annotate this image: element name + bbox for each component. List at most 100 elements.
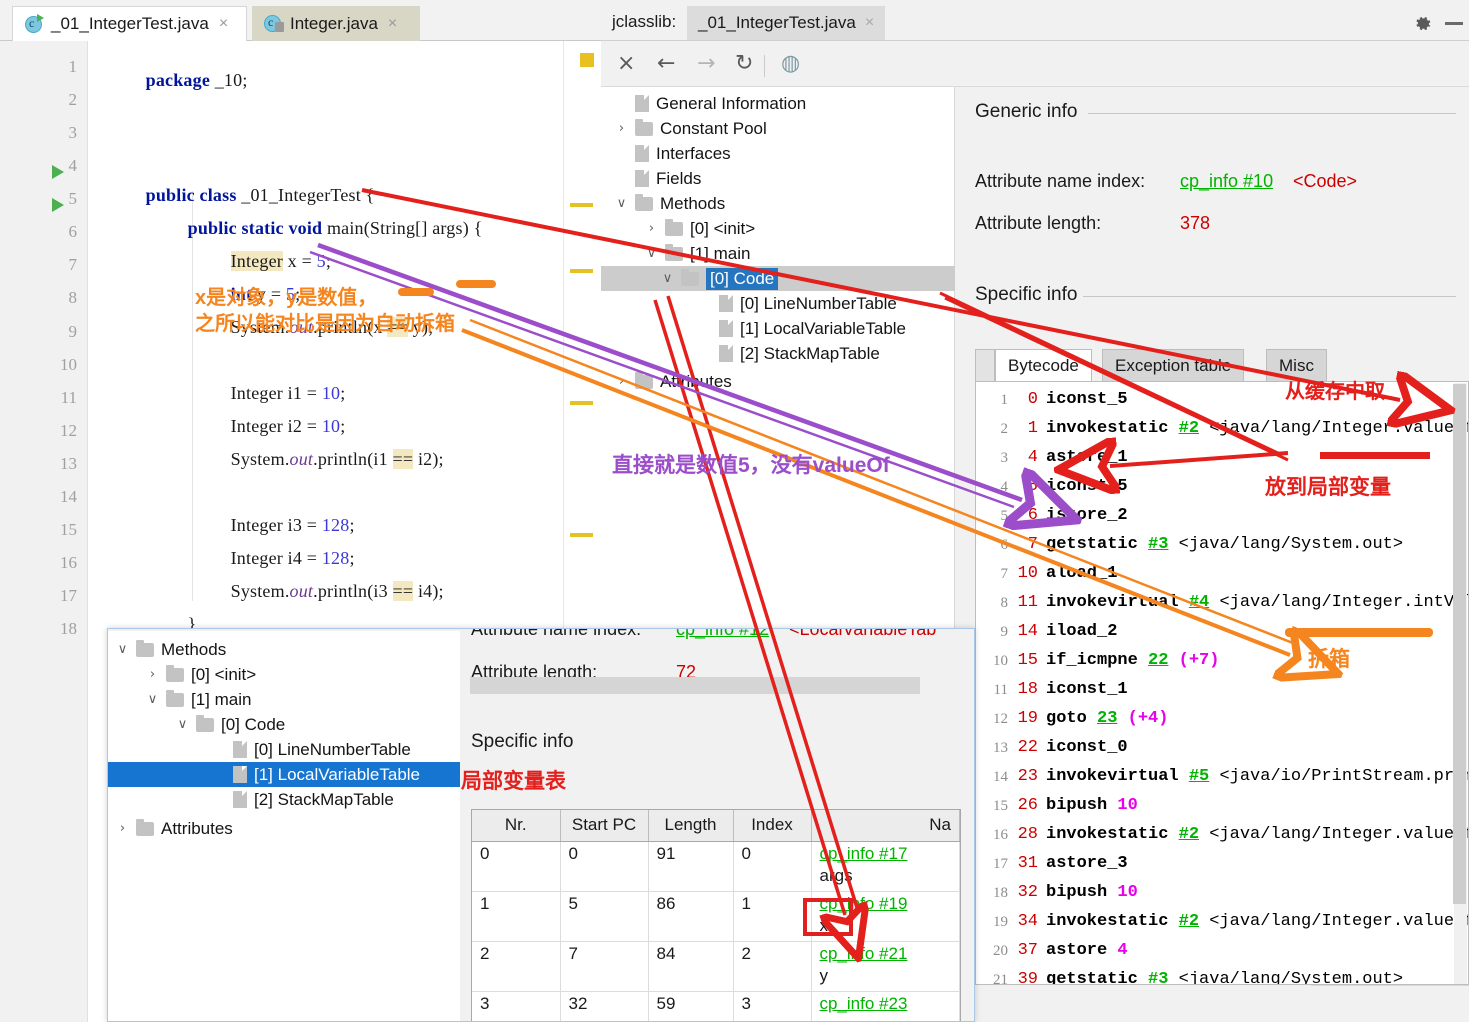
close-icon[interactable]: × bbox=[219, 15, 228, 33]
table-row[interactable]: 2 7 84 2 cp_info #21 y bbox=[472, 941, 960, 992]
overlay-class-structure-tree[interactable]: ∨ Methods › [0] <init> ∨ [1] main ∨ [0] … bbox=[108, 631, 460, 1021]
bytecode-row[interactable]: 9 14 iload_2 bbox=[976, 618, 1468, 647]
chevron-down-icon[interactable]: ∨ bbox=[176, 717, 189, 732]
constant-pool-link[interactable]: cp_info #23 bbox=[820, 994, 952, 1014]
forward-arrow-icon[interactable]: → bbox=[697, 52, 715, 76]
editor-tab-integer[interactable]: c Integer.java × bbox=[252, 6, 420, 41]
bytecode-row[interactable]: 16 28 invokestatic #2 <java/lang/Integer… bbox=[976, 821, 1468, 850]
run-class-gutter-icon[interactable] bbox=[52, 165, 64, 179]
bytecode-row[interactable]: 6 7 getstatic #3 <java/lang/System.out> bbox=[976, 531, 1468, 560]
constant-pool-ref[interactable]: #5 bbox=[1189, 767, 1209, 786]
bytecode-row[interactable]: 1 0 iconst_5 bbox=[976, 386, 1468, 415]
chevron-right-icon[interactable]: › bbox=[116, 821, 129, 836]
bytecode-row[interactable]: 2 1 invokestatic #2 <java/lang/Integer.v… bbox=[976, 415, 1469, 444]
column-header-start-pc[interactable]: Start PC bbox=[560, 810, 649, 842]
branch-target[interactable]: 23 bbox=[1097, 709, 1117, 728]
bytecode-row[interactable]: 10 15 if_icmpne 22 (+7) bbox=[976, 647, 1468, 676]
constant-pool-ref[interactable]: #3 bbox=[1148, 970, 1168, 984]
constant-pool-link[interactable]: cp_info #17 bbox=[820, 844, 952, 864]
minimize-icon[interactable] bbox=[1445, 22, 1463, 25]
warning-marker[interactable] bbox=[570, 401, 593, 405]
overlay-tree-node-methods[interactable]: ∨ Methods bbox=[116, 637, 226, 662]
chevron-right-icon[interactable]: › bbox=[645, 221, 658, 236]
chevron-right-icon[interactable]: › bbox=[615, 374, 628, 389]
bytecode-row[interactable]: 3 4 astore_1 bbox=[976, 444, 1468, 473]
overlay-tree-node-localvariabletable[interactable]: [1] LocalVariableTable bbox=[108, 762, 460, 787]
tree-node-general-information[interactable]: General Information bbox=[601, 91, 955, 116]
bytecode-row[interactable]: 18 32 bipush 10 bbox=[976, 879, 1468, 908]
warning-marker[interactable] bbox=[570, 203, 593, 207]
bytecode-row[interactable]: 21 39 getstatic #3 <java/lang/System.out… bbox=[976, 966, 1468, 984]
editor-tab-integertest[interactable]: c _01_IntegerTest.java × bbox=[12, 6, 247, 41]
overlay-tree-node-stackmaptable[interactable]: [2] StackMapTable bbox=[233, 787, 394, 812]
overlay-attribute-name-index-link[interactable]: cp_info #12 bbox=[676, 629, 769, 640]
tree-node-localvariabletable[interactable]: [1] LocalVariableTable bbox=[719, 316, 955, 341]
chevron-down-icon[interactable]: ∨ bbox=[615, 196, 628, 211]
bytecode-row[interactable]: 5 6 istore_2 bbox=[976, 502, 1468, 531]
attribute-name-index-link[interactable]: cp_info #10 bbox=[1180, 171, 1273, 192]
overlay-tree-node-method-main[interactable]: ∨ [1] main bbox=[146, 687, 251, 712]
column-header-index[interactable]: Index bbox=[733, 810, 812, 842]
table-row[interactable]: 1 5 86 1 cp_info #19 x bbox=[472, 891, 960, 942]
warning-marker[interactable] bbox=[570, 533, 593, 537]
close-icon[interactable]: × bbox=[865, 14, 874, 32]
bytecode-scrollbar-thumb[interactable] bbox=[1453, 384, 1466, 904]
overlay-tree-node-linenumbertable[interactable]: [0] LineNumberTable bbox=[233, 737, 411, 762]
tab-exception-table[interactable]: Exception table bbox=[1102, 349, 1245, 382]
column-header-nr[interactable]: Nr. bbox=[472, 810, 561, 842]
localvariabletable-grid[interactable]: Nr. Start PC Length Index Na 0 0 91 0 cp… bbox=[471, 809, 961, 1021]
reload-icon[interactable]: ↻ bbox=[735, 52, 753, 76]
localvariabletable-overlay-window[interactable]: ∨ Methods › [0] <init> ∨ [1] main ∨ [0] … bbox=[107, 628, 975, 1022]
tree-node-method-main[interactable]: ∨ [1] main bbox=[631, 241, 955, 266]
bytecode-row[interactable]: 8 11 invokevirtual #4 <java/lang/Integer… bbox=[976, 589, 1469, 618]
inspection-status-icon[interactable] bbox=[580, 53, 594, 67]
tree-node-method-init[interactable]: › [0] <init> bbox=[631, 216, 955, 241]
tree-node-fields[interactable]: Fields bbox=[601, 166, 955, 191]
tree-node-stackmaptable[interactable]: [2] StackMapTable bbox=[719, 341, 955, 366]
close-icon[interactable]: × bbox=[617, 52, 635, 76]
bytecode-row[interactable]: 17 31 astore_3 bbox=[976, 850, 1468, 879]
bytecode-listing[interactable]: 1 0 iconst_5 2 1 invokestatic #2 <java/l… bbox=[975, 381, 1469, 985]
close-icon[interactable]: × bbox=[388, 15, 397, 33]
overlay-tree-node-code[interactable]: ∨ [0] Code bbox=[176, 712, 285, 737]
warning-marker[interactable] bbox=[570, 269, 593, 273]
bytecode-row[interactable]: 19 34 invokestatic #2 <java/lang/Integer… bbox=[976, 908, 1468, 937]
run-method-gutter-icon[interactable] bbox=[52, 198, 64, 212]
bytecode-row[interactable]: 7 10 aload_1 bbox=[976, 560, 1468, 589]
bytecode-row[interactable]: 13 22 iconst_0 bbox=[976, 734, 1468, 763]
overlay-tree-node-attributes[interactable]: › Attributes bbox=[116, 816, 233, 841]
table-row[interactable]: 0 0 91 0 cp_info #17 args bbox=[472, 841, 960, 892]
overlay-horizontal-scrollbar[interactable] bbox=[470, 677, 920, 694]
constant-pool-ref[interactable]: #3 bbox=[1148, 535, 1168, 554]
chevron-right-icon[interactable]: › bbox=[146, 667, 159, 682]
constant-pool-ref[interactable]: #2 bbox=[1179, 419, 1199, 438]
constant-pool-link[interactable]: cp_info #21 bbox=[820, 944, 952, 964]
constant-pool-ref[interactable]: #2 bbox=[1179, 825, 1199, 844]
tree-node-methods[interactable]: ∨ Methods bbox=[601, 191, 955, 216]
chevron-right-icon[interactable]: › bbox=[615, 121, 628, 136]
chevron-down-icon[interactable]: ∨ bbox=[146, 692, 159, 707]
tree-node-constant-pool[interactable]: › Constant Pool bbox=[601, 116, 955, 141]
tree-node-attributes[interactable]: › Attributes bbox=[601, 369, 955, 394]
tab-bytecode[interactable]: Bytecode bbox=[995, 349, 1092, 382]
chevron-down-icon[interactable]: ∨ bbox=[116, 642, 129, 657]
constant-pool-ref[interactable]: #2 bbox=[1179, 912, 1199, 931]
chevron-down-icon[interactable]: ∨ bbox=[661, 271, 674, 286]
branch-target[interactable]: 22 bbox=[1148, 651, 1168, 670]
chevron-down-icon[interactable]: ∨ bbox=[645, 246, 658, 261]
overlay-tree-node-method-init[interactable]: › [0] <init> bbox=[146, 662, 256, 687]
tree-node-interfaces[interactable]: Interfaces bbox=[601, 141, 955, 166]
bytecode-scrollbar-track[interactable] bbox=[1453, 383, 1467, 984]
bytecode-row[interactable]: 4 5 iconst_5 bbox=[976, 473, 1468, 502]
column-header-length[interactable]: Length bbox=[648, 810, 734, 842]
table-row[interactable]: 3 32 59 3 cp_info #23 bbox=[472, 991, 960, 1021]
jclasslib-tab-integertest[interactable]: _01_IntegerTest.java × bbox=[687, 6, 886, 40]
bytecode-row[interactable]: 14 23 invokevirtual #5 <java/io/PrintStr… bbox=[976, 763, 1468, 792]
bytecode-row[interactable]: 20 37 astore 4 bbox=[976, 937, 1468, 966]
browse-web-icon[interactable]: ◍ bbox=[781, 52, 800, 76]
back-arrow-icon[interactable]: ← bbox=[657, 52, 675, 76]
constant-pool-ref[interactable]: #4 bbox=[1189, 593, 1209, 612]
tree-node-linenumbertable[interactable]: [0] LineNumberTable bbox=[719, 291, 955, 316]
bytecode-row[interactable]: 15 26 bipush 10 bbox=[976, 792, 1468, 821]
column-header-name[interactable]: Na bbox=[811, 810, 960, 842]
